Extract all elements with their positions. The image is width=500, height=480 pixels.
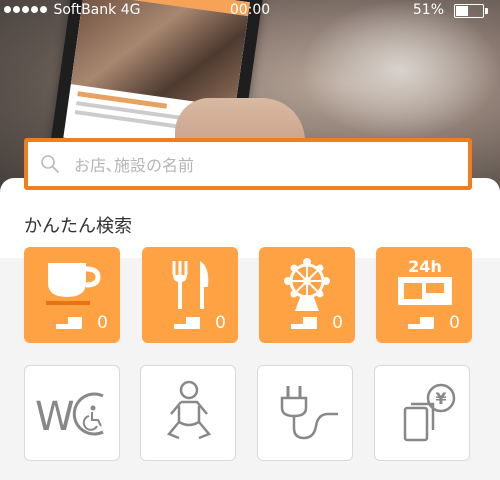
battery-icon — [454, 4, 488, 18]
power-outlet-icon — [280, 386, 338, 440]
category-count: 0 — [97, 313, 108, 333]
quick-search-title: かんたん検索 — [24, 216, 132, 237]
search-input[interactable] — [72, 152, 456, 178]
category-count: 0 — [449, 313, 460, 333]
baby-changing-icon — [166, 380, 212, 440]
svg-text:24h: 24h — [408, 257, 442, 276]
restaurant-fork-knife-icon — [172, 261, 209, 309]
accessible-restroom-icon: W — [35, 392, 104, 440]
category-amusement-tile[interactable]: 0 — [259, 247, 355, 343]
search-box[interactable] — [24, 138, 472, 190]
count-bar-icon — [174, 317, 200, 329]
amusement-ferris-wheel-icon — [284, 258, 330, 311]
count-bar-icon — [408, 317, 434, 329]
battery-percent: 51% — [412, 2, 444, 18]
category-restaurant-tile[interactable]: 0 — [142, 247, 238, 343]
category-count: 0 — [215, 313, 226, 333]
yen-label: ¥ — [435, 389, 446, 408]
svg-text:W: W — [35, 394, 75, 440]
cafe-cup-icon — [46, 263, 101, 305]
facility-power-outlet-tile[interactable] — [257, 365, 353, 461]
facility-baby-room-tile[interactable] — [140, 365, 236, 461]
status-bar: SoftBank 4G 00:00 51% — [0, 0, 500, 22]
search-icon — [41, 155, 59, 173]
facility-payment-tile[interactable]: ¥ — [374, 365, 470, 461]
facility-restroom-tile[interactable]: W — [24, 365, 120, 461]
count-bar-icon — [56, 317, 82, 329]
category-cafe-tile[interactable]: 0 — [24, 247, 120, 343]
category-count: 0 — [332, 313, 343, 333]
count-bar-icon — [291, 317, 317, 329]
yen-payment-icon: ¥ — [403, 383, 456, 442]
convenience-store-24h-icon: 24h — [398, 257, 452, 305]
category-convenience-store-tile[interactable]: 24h 0 — [376, 247, 472, 343]
